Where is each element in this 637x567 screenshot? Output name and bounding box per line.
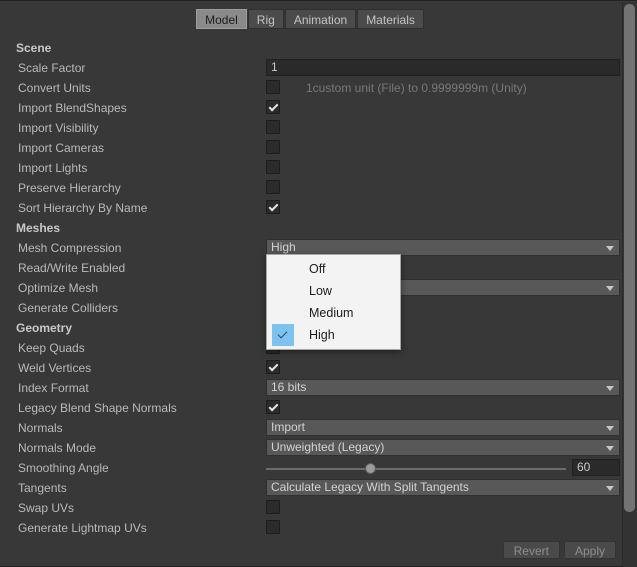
checkmark-slot	[272, 302, 294, 324]
apply-button[interactable]: Apply	[563, 541, 616, 559]
dropdown-value-index-format: 16 bits	[271, 380, 307, 394]
row-weld-vertices: Weld Vertices	[0, 358, 621, 378]
tab-bar: Model Rig Animation Materials	[0, 9, 621, 31]
row-sort-hierarchy-by-name: Sort Hierarchy By Name	[0, 198, 621, 218]
property-label-normals-mode: Normals Mode	[18, 441, 97, 455]
checkbox-convert-units[interactable]	[266, 80, 280, 94]
chevron-down-icon	[606, 386, 614, 391]
property-label-weld-vertices: Weld Vertices	[18, 361, 92, 375]
checkbox-preserve-hierarchy[interactable]	[266, 180, 280, 194]
row-import-lights: Import Lights	[0, 158, 621, 178]
checkbox-import-blendshapes[interactable]	[266, 100, 280, 114]
property-label-smoothing-angle: Smoothing Angle	[18, 461, 109, 475]
property-label-import-blendshapes: Import BlendShapes	[18, 101, 127, 115]
checkbox-import-cameras[interactable]	[266, 140, 280, 154]
checkmark-slot	[272, 280, 294, 302]
chevron-down-icon	[606, 426, 614, 431]
dropdown-value-normals-mode: Unweighted (Legacy)	[271, 440, 385, 454]
section-header-geometry: Geometry	[16, 321, 73, 335]
popup-item-medium[interactable]: Medium	[267, 302, 400, 324]
checkbox-sort-hierarchy-by-name[interactable]	[266, 200, 280, 214]
row-swap-uvs: Swap UVs	[0, 498, 621, 518]
checkmark-slot	[272, 258, 294, 280]
scrollbar-thumb[interactable]	[624, 4, 635, 512]
footer-button-bar: Revert Apply	[502, 541, 616, 559]
property-label-keep-quads: Keep Quads	[18, 341, 85, 355]
row-preserve-hierarchy: Preserve Hierarchy	[0, 178, 621, 198]
checkbox-legacy-blend-shape-normals[interactable]	[266, 400, 280, 414]
dropdown-index-format[interactable]: 16 bits	[266, 379, 620, 396]
row-normals-mode: Normals Mode Unweighted (Legacy)	[0, 438, 621, 458]
property-label-generate-lightmap-uvs: Generate Lightmap UVs	[18, 521, 147, 535]
row-scene: Scene	[0, 38, 621, 58]
property-label-import-lights: Import Lights	[18, 161, 88, 175]
dropdown-value-mesh-compression: High	[271, 240, 296, 254]
popup-item-label: Low	[309, 284, 332, 298]
row-smoothing-angle: Smoothing Angle 60	[0, 458, 621, 478]
popup-item-high[interactable]: High	[267, 324, 400, 346]
popup-item-label: Medium	[309, 306, 354, 320]
mesh-compression-dropdown-popup[interactable]: Off Low Medium High	[266, 254, 401, 350]
dropdown-value-normals: Import	[271, 420, 306, 434]
row-convert-units: Convert Units 1custom unit (File) to 0.99…	[0, 78, 621, 98]
checkmark-icon	[272, 324, 294, 346]
dropdown-tangents[interactable]: Calculate Legacy With Split Tangents	[266, 479, 620, 496]
slider-value-smoothing-angle[interactable]: 60	[572, 459, 620, 476]
property-label-index-format: Index Format	[18, 381, 89, 395]
property-label-legacy-blend-shape-normals: Legacy Blend Shape Normals	[18, 401, 177, 415]
property-label-convert-units: Convert Units	[18, 81, 91, 95]
dropdown-normals-mode[interactable]: Unweighted (Legacy)	[266, 439, 620, 456]
vertical-scrollbar[interactable]	[622, 2, 637, 567]
popup-item-label: High	[309, 328, 335, 342]
row-legacy-blend-shape-normals: Legacy Blend Shape Normals	[0, 398, 621, 418]
chevron-down-icon	[606, 286, 614, 291]
row-import-blendshapes: Import BlendShapes	[0, 98, 621, 118]
checkbox-import-lights[interactable]	[266, 160, 280, 174]
inspector-window: Model Rig Animation Materials Scene Scale Fa…	[0, 0, 637, 567]
row-index-format: Index Format 16 bits	[0, 378, 621, 398]
property-label-mesh-compression: Mesh Compression	[18, 241, 122, 255]
popup-item-low[interactable]: Low	[267, 280, 400, 302]
property-label-generate-colliders: Generate Colliders	[18, 301, 119, 315]
chevron-down-icon	[606, 446, 614, 451]
checkbox-weld-vertices[interactable]	[266, 360, 280, 374]
row-meshes: Meshes	[0, 218, 621, 238]
property-label-optimize-mesh: Optimize Mesh	[18, 281, 99, 295]
property-label-sort-hierarchy-by-name: Sort Hierarchy By Name	[18, 201, 148, 215]
row-generate-lightmap-uvs: Generate Lightmap UVs	[0, 518, 621, 538]
property-label-preserve-hierarchy: Preserve Hierarchy	[18, 181, 121, 195]
property-label-import-cameras: Import Cameras	[18, 141, 105, 155]
row-scale-factor: Scale Factor 1	[0, 58, 621, 78]
property-label-swap-uvs: Swap UVs	[18, 501, 75, 515]
popup-item-label: Off	[309, 262, 326, 276]
row-normals: Normals Import	[0, 418, 621, 438]
slider-track-smoothing-angle[interactable]	[266, 468, 566, 470]
input-scale-factor[interactable]: 1	[266, 59, 620, 76]
property-label-read-write-enabled: Read/Write Enabled	[18, 261, 126, 275]
tab-animation[interactable]: Animation	[284, 9, 357, 29]
row-import-visibility: Import Visibility	[0, 118, 621, 138]
tab-rig[interactable]: Rig	[247, 9, 284, 29]
chevron-down-icon	[606, 246, 614, 251]
checkbox-import-visibility[interactable]	[266, 120, 280, 134]
dropdown-normals[interactable]: Import	[266, 419, 620, 436]
property-label-import-visibility: Import Visibility	[18, 121, 99, 135]
property-label-tangents: Tangents	[18, 481, 67, 495]
property-label-normals: Normals	[18, 421, 63, 435]
checkbox-swap-uvs[interactable]	[266, 500, 280, 514]
popup-item-off[interactable]: Off	[267, 258, 400, 280]
checkbox-generate-lightmap-uvs[interactable]	[266, 520, 280, 534]
tab-model[interactable]: Model	[196, 9, 247, 29]
helper-text-convert-units: 1custom unit (File) to 0.9999999m (Unity…	[306, 81, 527, 95]
section-header-meshes: Meshes	[16, 221, 61, 235]
tab-materials[interactable]: Materials	[357, 9, 424, 29]
dropdown-value-tangents: Calculate Legacy With Split Tangents	[271, 480, 469, 494]
property-label-scale-factor: Scale Factor	[18, 61, 86, 75]
slider-handle-smoothing-angle[interactable]	[365, 463, 376, 474]
row-import-cameras: Import Cameras	[0, 138, 621, 158]
row-tangents: Tangents Calculate Legacy With Split Tang…	[0, 478, 621, 498]
section-header-scene: Scene	[16, 41, 52, 55]
chevron-down-icon	[606, 486, 614, 491]
revert-button[interactable]: Revert	[502, 541, 560, 559]
